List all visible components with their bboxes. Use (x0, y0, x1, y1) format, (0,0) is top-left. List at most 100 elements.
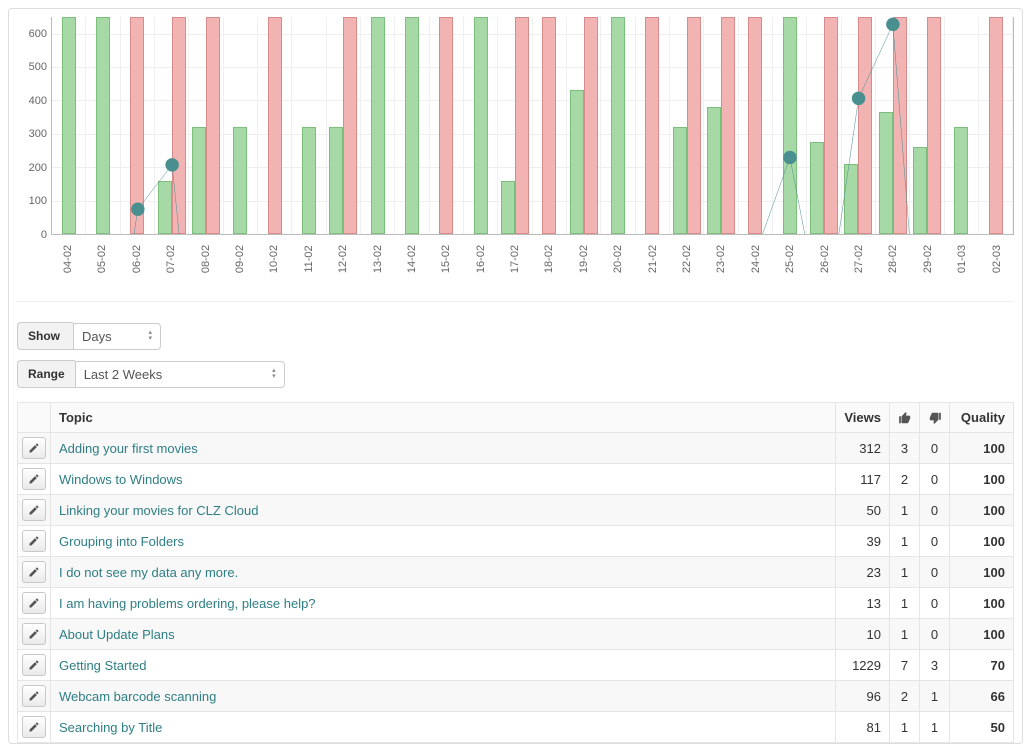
red-bar (687, 17, 701, 234)
bar-group (52, 17, 86, 234)
x-tick: 17-02 (509, 242, 521, 276)
views-cell: 13 (836, 588, 890, 619)
table-header-thumbs-up[interactable] (890, 403, 920, 433)
table-header-topic[interactable]: Topic (51, 403, 836, 433)
up-cell: 1 (890, 588, 920, 619)
red-bar (721, 17, 735, 234)
x-tick: 02-03 (991, 242, 1003, 276)
topic-link[interactable]: Linking your movies for CLZ Cloud (59, 503, 258, 518)
green-bar (96, 17, 110, 234)
views-cell: 23 (836, 557, 890, 588)
views-cell: 39 (836, 526, 890, 557)
table-header-quality[interactable]: Quality (950, 403, 1014, 433)
x-tick: 06-02 (131, 242, 143, 276)
bar-group (224, 17, 258, 234)
x-tick: 09-02 (234, 242, 246, 276)
green-bar (707, 107, 721, 234)
table-row: Grouping into Folders3910100 (18, 526, 1014, 557)
down-cell: 0 (920, 619, 950, 650)
range-select[interactable]: Last 2 Weeks ▴▾ (75, 361, 285, 388)
bar-group (739, 17, 773, 234)
bar-group (876, 17, 910, 234)
topic-link[interactable]: Grouping into Folders (59, 534, 184, 549)
topic-link[interactable]: Getting Started (59, 658, 146, 673)
x-tick: 15-02 (440, 242, 452, 276)
table-row: Getting Started12297370 (18, 650, 1014, 681)
table-row: Webcam barcode scanning962166 (18, 681, 1014, 712)
y-tick: 600 (29, 28, 47, 40)
x-tick: 24-02 (750, 242, 762, 276)
x-tick: 05-02 (97, 242, 109, 276)
bar-group (567, 17, 601, 234)
edit-button[interactable] (22, 561, 46, 583)
quality-cell: 100 (950, 588, 1014, 619)
table-header-thumbs-down[interactable] (920, 403, 950, 433)
edit-button[interactable] (22, 716, 46, 738)
range-select-value: Last 2 Weeks (84, 367, 163, 382)
red-bar (343, 17, 357, 234)
green-bar (673, 127, 687, 234)
topic-link[interactable]: About Update Plans (59, 627, 175, 642)
bar-group (807, 17, 841, 234)
x-tick: 08-02 (200, 242, 212, 276)
edit-button[interactable] (22, 468, 46, 490)
down-cell: 0 (920, 588, 950, 619)
table-row: Windows to Windows11720100 (18, 464, 1014, 495)
x-tick: 04-02 (62, 242, 74, 276)
topic-link[interactable]: Windows to Windows (59, 472, 183, 487)
edit-button[interactable] (22, 499, 46, 521)
chevron-updown-icon: ▴▾ (148, 330, 152, 342)
bar-group (189, 17, 223, 234)
green-bar (62, 17, 76, 234)
views-cell: 50 (836, 495, 890, 526)
x-tick: 28-02 (888, 242, 900, 276)
up-cell: 3 (890, 433, 920, 464)
up-cell: 1 (890, 495, 920, 526)
red-bar (927, 17, 941, 234)
red-bar (268, 17, 282, 234)
topic-link[interactable]: Adding your first movies (59, 441, 198, 456)
up-cell: 1 (890, 712, 920, 743)
edit-button[interactable] (22, 685, 46, 707)
topic-link[interactable]: Webcam barcode scanning (59, 689, 216, 704)
down-cell: 0 (920, 464, 950, 495)
bar-group (292, 17, 326, 234)
down-cell: 3 (920, 650, 950, 681)
table-header-views[interactable]: Views (836, 403, 890, 433)
table-row: Searching by Title811150 (18, 712, 1014, 743)
topic-link[interactable]: Searching by Title (59, 720, 162, 735)
y-tick: 400 (29, 95, 47, 107)
edit-button[interactable] (22, 437, 46, 459)
show-select[interactable]: Days ▴▾ (73, 323, 161, 350)
topic-link[interactable]: I do not see my data any more. (59, 565, 238, 580)
red-bar (858, 17, 872, 234)
green-bar (474, 17, 488, 234)
bar-group (533, 17, 567, 234)
quality-cell: 100 (950, 557, 1014, 588)
edit-button[interactable] (22, 592, 46, 614)
edit-button[interactable] (22, 530, 46, 552)
topic-link[interactable]: I am having problems ordering, please he… (59, 596, 316, 611)
bar-group (842, 17, 876, 234)
table-row: Linking your movies for CLZ Cloud5010100 (18, 495, 1014, 526)
edit-button[interactable] (22, 654, 46, 676)
bar-group (601, 17, 635, 234)
quality-cell: 70 (950, 650, 1014, 681)
down-cell: 0 (920, 495, 950, 526)
bar-group (498, 17, 532, 234)
red-bar (824, 17, 838, 234)
chart-y-axis: 0100200300400500600 (17, 17, 51, 235)
show-label: Show (17, 322, 73, 350)
x-tick: 10-02 (269, 242, 281, 276)
quality-cell: 100 (950, 526, 1014, 557)
x-tick: 21-02 (647, 242, 659, 276)
thumbs-down-icon (928, 411, 942, 425)
green-bar (913, 147, 927, 234)
y-tick: 200 (29, 162, 47, 174)
green-bar (329, 127, 343, 234)
edit-button[interactable] (22, 623, 46, 645)
bar-group (361, 17, 395, 234)
quality-cell: 100 (950, 619, 1014, 650)
down-cell: 1 (920, 712, 950, 743)
thumbs-up-icon (898, 411, 912, 425)
